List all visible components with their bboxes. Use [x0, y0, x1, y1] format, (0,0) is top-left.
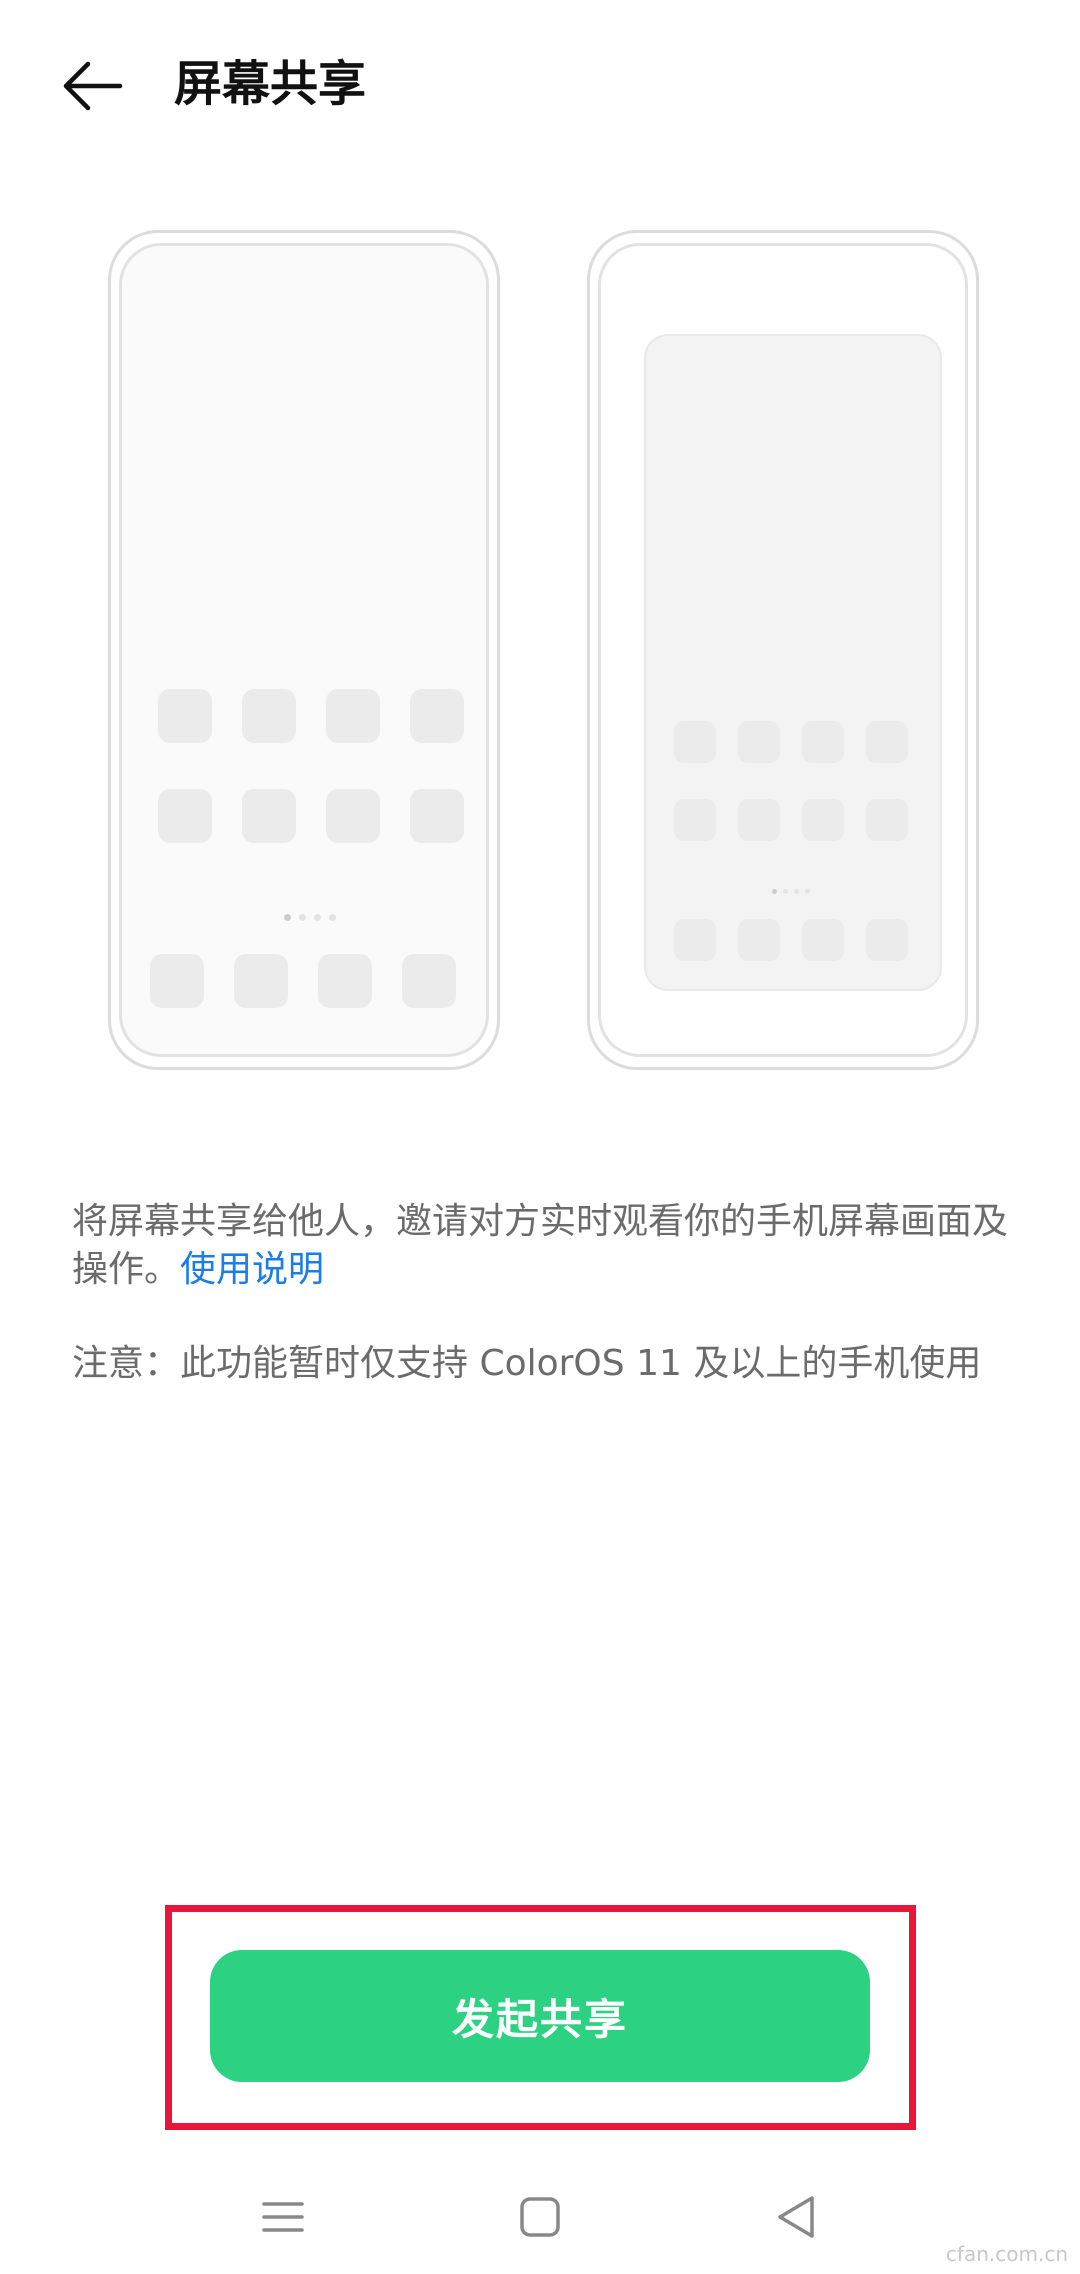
app-icon — [242, 689, 296, 743]
page-dot — [329, 914, 336, 921]
app-grid — [158, 689, 464, 843]
arrow-left-icon — [63, 61, 123, 111]
home-button[interactable] — [505, 2182, 575, 2252]
page-dot — [794, 889, 799, 894]
app-icon — [242, 789, 296, 843]
app-icon — [410, 789, 464, 843]
page-dot — [314, 914, 321, 921]
app-icon — [158, 689, 212, 743]
home-screen-phone — [108, 230, 500, 1070]
app-grid — [674, 721, 908, 841]
dock-icon — [234, 954, 288, 1008]
page-dot — [772, 889, 777, 894]
back-triangle-icon — [778, 2196, 814, 2238]
app-icon — [674, 721, 716, 763]
dock-icon — [674, 919, 716, 961]
app-icon — [802, 799, 844, 841]
shared-screen-phone — [587, 230, 979, 1070]
page-indicator — [772, 889, 810, 894]
app-icon — [410, 689, 464, 743]
page-dot — [805, 889, 810, 894]
app-icon — [866, 799, 908, 841]
watermark: cfan.com.cn — [945, 2242, 1068, 2266]
system-navigation-bar: cfan.com.cn — [0, 2160, 1080, 2274]
dock-icon — [150, 954, 204, 1008]
page-title: 屏幕共享 — [174, 56, 367, 112]
home-square-icon — [520, 2197, 560, 2237]
system-back-button[interactable] — [762, 2182, 832, 2252]
screen-share-illustration — [0, 230, 1080, 1080]
app-icon — [738, 721, 780, 763]
dock — [150, 954, 456, 1008]
app-icon — [326, 789, 380, 843]
app-header: 屏幕共享 — [0, 0, 1080, 170]
dock-icon — [738, 919, 780, 961]
page-indicator — [284, 914, 336, 921]
dock-icon — [866, 919, 908, 961]
menu-icon — [262, 2202, 304, 2232]
app-icon — [866, 721, 908, 763]
app-icon — [674, 799, 716, 841]
app-icon — [802, 721, 844, 763]
dock-icon — [318, 954, 372, 1008]
app-icon — [326, 689, 380, 743]
dock-icon — [402, 954, 456, 1008]
page-dot — [299, 914, 306, 921]
app-icon — [738, 799, 780, 841]
feature-description: 将屏幕共享给他人，邀请对方实时观看你的手机屏幕画面及操作。使用说明 — [72, 1198, 1012, 1294]
app-icon — [158, 789, 212, 843]
recent-apps-button[interactable] — [248, 2182, 318, 2252]
back-button[interactable] — [62, 58, 126, 114]
usage-instructions-link[interactable]: 使用说明 — [180, 1249, 324, 1290]
shared-screen-window — [644, 334, 942, 991]
page-dot — [783, 889, 788, 894]
dock — [674, 919, 908, 961]
phone-screen — [598, 243, 968, 1057]
page-dot — [284, 914, 291, 921]
start-share-button[interactable]: 发起共享 — [210, 1950, 870, 2082]
phone-screen — [119, 243, 489, 1057]
compatibility-notice: 注意：此功能暂时仅支持 ColorOS 11 及以上的手机使用 — [72, 1343, 982, 1384]
dock-icon — [802, 919, 844, 961]
